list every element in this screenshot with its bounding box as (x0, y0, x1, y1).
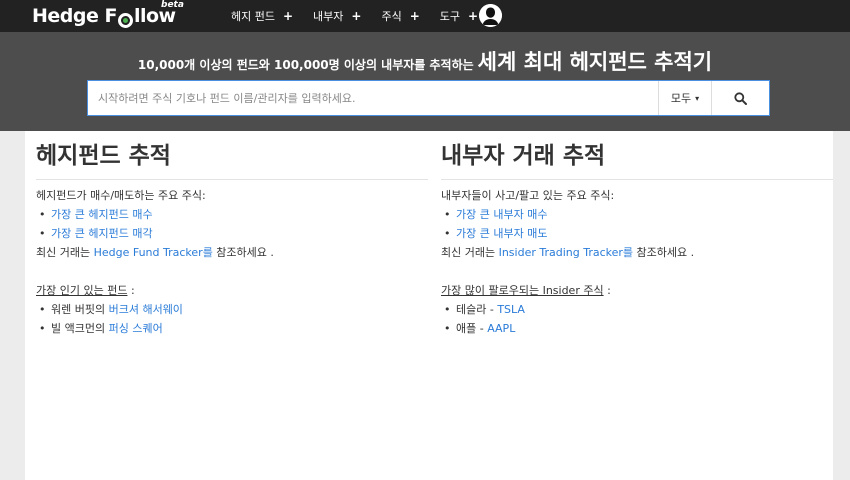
hero-tagline: 10,000개 이상의 펀드와 100,000명 이상의 내부자를 추적하는 세계… (0, 46, 850, 76)
recent-prefix: 최신 거래는 (441, 246, 499, 259)
bullet: • (444, 208, 451, 221)
recent-trades-line: 최신 거래는 Hedge Fund Tracker를 참조하세요 . (36, 243, 428, 262)
search-filter-label: 모두 (670, 92, 692, 105)
ticker-link[interactable]: AAPL (487, 322, 515, 335)
section-title: 헤지펀드 추적 (36, 143, 171, 169)
recent-suffix: 참조하세요 . (212, 246, 274, 259)
fund-link[interactable]: 버크셔 해서웨이 (109, 303, 183, 316)
bullet: • (39, 208, 46, 221)
recent-prefix: 최신 거래는 (36, 246, 94, 259)
nav-tools-label: 도구 (439, 10, 461, 23)
plus-icon: + (409, 9, 420, 23)
nav-hedge-funds[interactable]: 헤지 펀드 + (231, 0, 293, 32)
nav-hedge-funds-label: 헤지 펀드 (231, 10, 275, 23)
list-item: • 테슬라 - TSLA (441, 300, 833, 319)
nav-stocks[interactable]: 주식 + (381, 0, 419, 32)
popular-heading-line: 가장 인기 있는 펀드 : (36, 281, 428, 300)
popular-insider-heading: 가장 많이 팔로우되는 Insider 주식 (441, 284, 604, 297)
top-links-list: • 가장 큰 헤지펀드 매수 • 가장 큰 헤지펀드 매각 (36, 205, 428, 243)
fund-link[interactable]: 퍼싱 스퀘어 (109, 322, 163, 335)
hero-banner: 10,000개 이상의 펀드와 100,000명 이상의 내부자를 추적하는 세계… (0, 32, 850, 131)
list-item: • 가장 큰 내부자 매도 (441, 224, 833, 243)
fund-manager: 워렌 버핏의 (51, 303, 109, 316)
list-item: • 가장 큰 내부자 매수 (441, 205, 833, 224)
nav-stocks-label: 주식 (381, 10, 402, 23)
bullet: • (39, 322, 46, 335)
user-avatar-icon[interactable] (479, 4, 502, 27)
top-navbar: Hedge Fllow beta 헤지 펀드 + 내부자 + 주식 + 도구 + (0, 0, 850, 32)
bullet: • (39, 303, 46, 316)
search-input[interactable] (88, 81, 658, 115)
bullet: • (444, 303, 451, 316)
link-largest-insider-sells[interactable]: 가장 큰 내부자 매도 (456, 227, 547, 240)
bullet: • (39, 227, 46, 240)
list-item: • 애플 - AAPL (441, 319, 833, 338)
plus-icon: + (351, 9, 362, 23)
list-item: • 가장 큰 헤지펀드 매각 (36, 224, 428, 243)
logo-o-icon (117, 13, 133, 28)
main-nav: 헤지 펀드 + 내부자 + 주식 + 도구 + (231, 0, 498, 32)
ticker-link[interactable]: TSLA (497, 303, 525, 316)
search-filter-dropdown[interactable]: 모두 ▾ (658, 81, 711, 115)
nav-tools[interactable]: 도구 + (440, 0, 478, 32)
divider (441, 179, 833, 180)
logo-beta-badge: beta (161, 0, 184, 10)
popular-funds-list: • 워렌 버핏의 버크셔 해서웨이 • 빌 액크먼의 퍼싱 스퀘어 (36, 300, 428, 338)
stock-name: 테슬라 - (456, 303, 498, 316)
top-links-list: • 가장 큰 내부자 매수 • 가장 큰 내부자 매도 (441, 205, 833, 243)
chevron-down-icon: ▾ (695, 93, 700, 103)
nav-insiders[interactable]: 내부자 + (313, 0, 361, 32)
search-bar: 모두 ▾ (87, 80, 770, 116)
insider-trading-tracker-link[interactable]: Insider Trading Tracker를 (499, 246, 633, 259)
search-button[interactable] (711, 81, 769, 115)
stock-name: 애플 - (456, 322, 488, 335)
popular-stocks-list: • 테슬라 - TSLA • 애플 - AAPL (441, 300, 833, 338)
hero-tagline-small: 10,000개 이상의 펀드와 100,000명 이상의 내부자를 추적하는 (137, 58, 474, 72)
fund-manager: 빌 액크먼의 (51, 322, 109, 335)
hedge-fund-section: 헤지펀드 추적 헤지펀드가 매수/매도하는 주요 주식: • 가장 큰 헤지펀드 … (36, 131, 428, 338)
link-largest-sells[interactable]: 가장 큰 헤지펀드 매각 (51, 227, 153, 240)
insider-trading-section: 내부자 거래 추적 내부자들이 사고/팔고 있는 주요 주식: • 가장 큰 내부… (441, 131, 833, 338)
section-intro: 내부자들이 사고/팔고 있는 주요 주식: (441, 189, 615, 202)
heading-colon: : (127, 284, 135, 297)
section-title: 내부자 거래 추적 (441, 143, 606, 169)
search-icon (734, 91, 747, 105)
list-item: • 워렌 버핏의 버크셔 해서웨이 (36, 300, 428, 319)
logo-text-start: Hedge F (32, 5, 117, 27)
nav-insiders-label: 내부자 (313, 10, 344, 23)
recent-trades-line: 최신 거래는 Insider Trading Tracker를 참조하세요 . (441, 243, 833, 262)
popular-heading-line: 가장 많이 팔로우되는 Insider 주식 : (441, 281, 833, 300)
popular-funds-heading: 가장 인기 있는 펀드 (36, 284, 128, 297)
hero-tagline-big: 세계 최대 헤지펀드 추적기 (477, 50, 713, 74)
plus-icon: + (468, 9, 479, 23)
recent-suffix: 참조하세요 . (633, 246, 695, 259)
main-content: 헤지펀드 추적 헤지펀드가 매수/매도하는 주요 주식: • 가장 큰 헤지펀드 … (25, 131, 833, 480)
bullet: • (444, 227, 451, 240)
hedgefollow-logo[interactable]: Hedge Fllow (32, 4, 176, 28)
link-largest-insider-buys[interactable]: 가장 큰 내부자 매수 (456, 208, 547, 221)
divider (36, 179, 428, 180)
hedge-fund-tracker-link[interactable]: Hedge Fund Tracker를 (94, 246, 213, 259)
list-item: • 가장 큰 헤지펀드 매수 (36, 205, 428, 224)
plus-icon: + (282, 9, 294, 23)
heading-colon: : (603, 284, 611, 297)
link-largest-buys[interactable]: 가장 큰 헤지펀드 매수 (51, 208, 153, 221)
section-intro: 헤지펀드가 매수/매도하는 주요 주식: (36, 189, 206, 202)
list-item: • 빌 액크먼의 퍼싱 스퀘어 (36, 319, 428, 338)
bullet: • (444, 322, 451, 335)
